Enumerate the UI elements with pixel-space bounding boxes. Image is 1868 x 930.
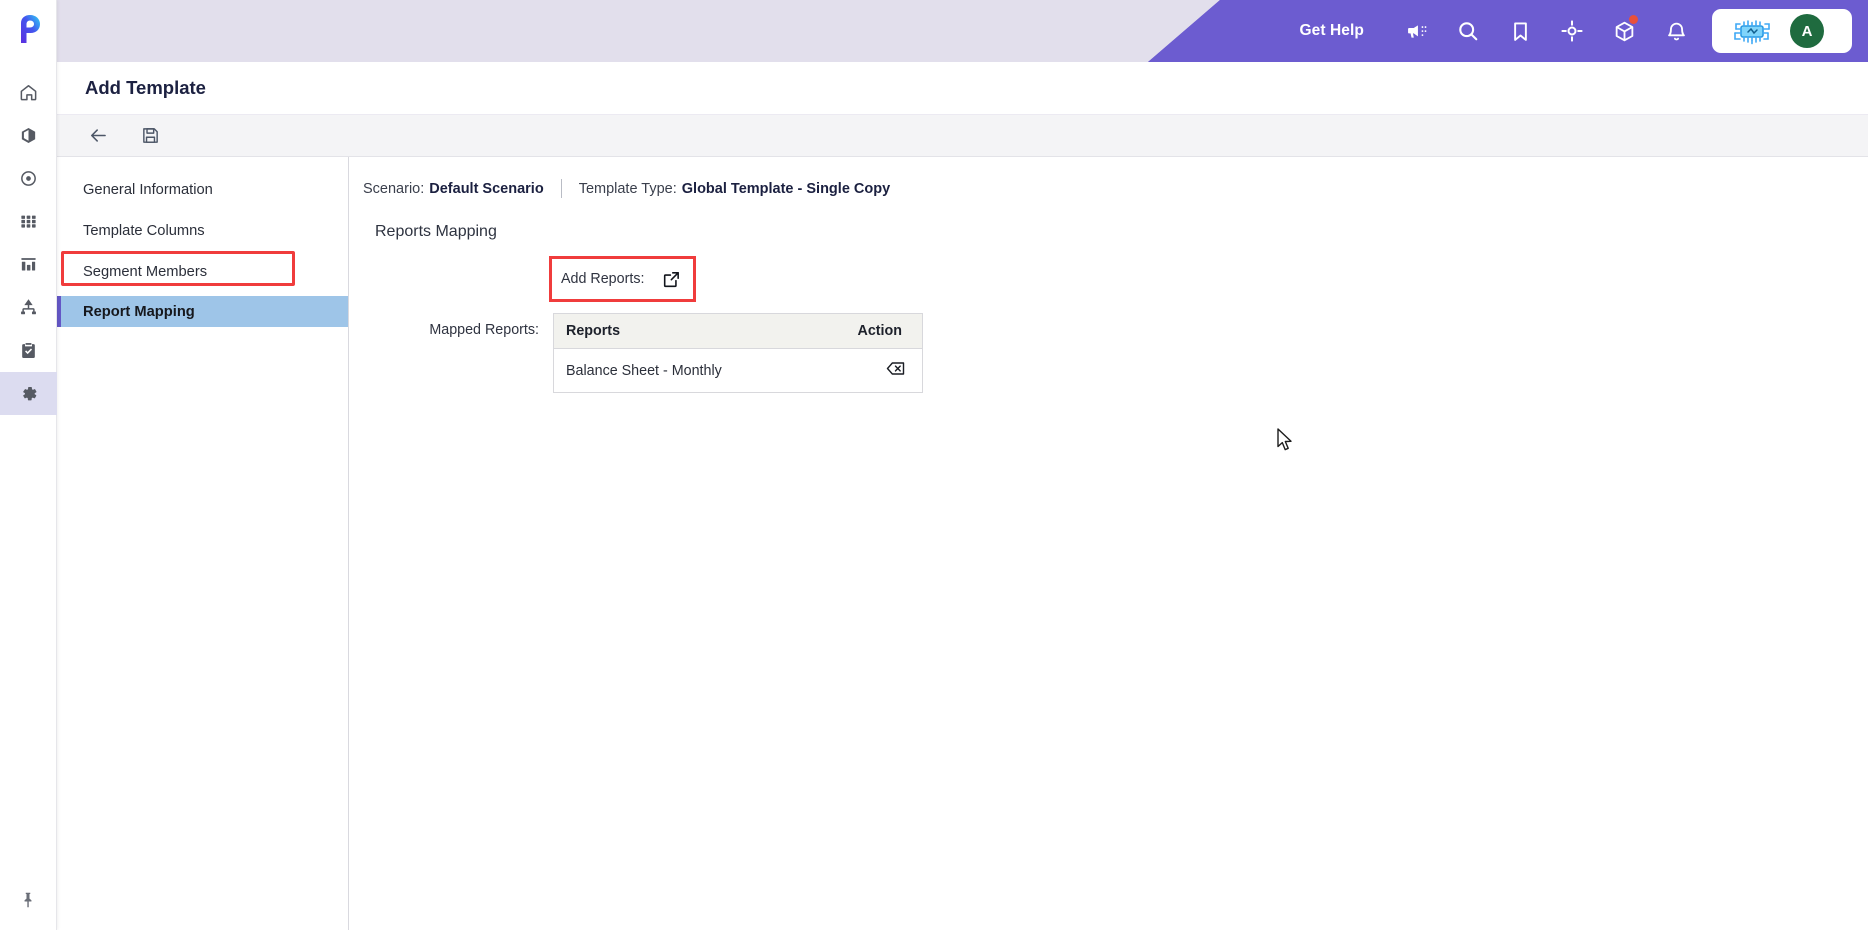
focus-target-button[interactable] xyxy=(1546,0,1598,62)
mapped-reports-table: Reports Action Balance Sheet - Monthly xyxy=(553,313,923,393)
target-icon xyxy=(1561,20,1583,42)
scenario-value: Default Scenario xyxy=(429,180,544,197)
search-button[interactable] xyxy=(1442,0,1494,62)
sidebar-item-target[interactable] xyxy=(0,157,57,200)
whats-new-badge xyxy=(1629,15,1638,24)
mapped-reports-row: Mapped Reports: Reports Action Balance S… xyxy=(363,313,1868,393)
floppy-save-icon xyxy=(142,128,158,143)
app-logo[interactable] xyxy=(0,0,57,57)
user-menu-chip[interactable]: A xyxy=(1712,9,1852,53)
avatar[interactable]: A xyxy=(1790,14,1824,48)
sidebar-item-reports[interactable] xyxy=(0,243,57,286)
cell-report-name: Balance Sheet - Monthly xyxy=(553,348,813,393)
save-button[interactable] xyxy=(135,121,165,151)
hierarchy-icon xyxy=(21,299,36,315)
nav-item-template-columns[interactable]: Template Columns xyxy=(57,214,348,248)
page-title: Add Template xyxy=(85,77,206,98)
back-button[interactable] xyxy=(83,121,113,151)
notifications-button[interactable] xyxy=(1650,0,1702,62)
remove-report-button[interactable] xyxy=(886,360,906,377)
nav-label: Segment Members xyxy=(83,264,208,280)
sidebar-item-tasks[interactable] xyxy=(0,329,57,372)
left-icon-rail xyxy=(0,0,57,930)
pin-icon xyxy=(24,892,32,908)
header-actions: Get Help A xyxy=(1299,0,1868,62)
ai-chip-icon xyxy=(1726,16,1778,46)
p-logo-icon xyxy=(21,14,40,43)
section-title: Reports Mapping xyxy=(375,223,497,240)
scenario-breadcrumb: Scenario: Default Scenario Template Type… xyxy=(363,179,1868,198)
clipboard-check-icon xyxy=(22,343,35,358)
main-content: Scenario: Default Scenario Template Type… xyxy=(349,157,1868,930)
action-toolbar xyxy=(57,115,1868,157)
bell-icon xyxy=(1667,22,1685,40)
template-type-value: Global Template - Single Copy xyxy=(681,180,891,197)
add-reports-row: Add Reports: xyxy=(363,256,1868,302)
announcement-button[interactable] xyxy=(1390,0,1442,62)
sidebar-item-models[interactable] xyxy=(0,114,57,157)
cube-icon xyxy=(21,128,36,143)
nav-item-report-mapping[interactable]: Report Mapping xyxy=(57,296,348,327)
pin-sidebar-button[interactable] xyxy=(0,870,57,930)
table-header-row: Reports Action xyxy=(553,313,923,349)
table-body: Balance Sheet - Monthly xyxy=(553,348,923,393)
sidebar-item-settings[interactable] xyxy=(0,372,57,415)
add-reports-spacer xyxy=(363,263,553,268)
table-head: Reports Action xyxy=(553,313,923,349)
nav-label: General Information xyxy=(83,182,213,198)
add-reports-label: Add Reports: xyxy=(561,271,645,287)
nav-label: Template Columns xyxy=(83,223,205,239)
sidebar-item-grid[interactable] xyxy=(0,200,57,243)
column-header-reports: Reports xyxy=(553,313,813,349)
announcement-icon xyxy=(1407,24,1426,38)
table-row: Balance Sheet - Monthly xyxy=(553,348,923,393)
template-type-label: Template Type: xyxy=(578,180,677,197)
page-title-bar: Add Template xyxy=(57,62,1868,115)
add-reports-control[interactable]: Add Reports: xyxy=(549,256,697,302)
bookmark-button[interactable] xyxy=(1494,0,1546,62)
sidebar-item-hierarchy[interactable] xyxy=(0,286,57,329)
scenario-label: Scenario: xyxy=(363,180,425,197)
page-body: General Information Template Columns Seg… xyxy=(57,157,1868,930)
whats-new-button[interactable] xyxy=(1598,0,1650,62)
external-link-icon xyxy=(663,271,679,287)
grid-icon xyxy=(21,215,36,228)
rail-item-list xyxy=(0,71,57,415)
get-help-button[interactable]: Get Help xyxy=(1299,22,1364,40)
gear-icon xyxy=(22,386,36,400)
template-section-nav: General Information Template Columns Seg… xyxy=(57,157,349,930)
bookmark-icon xyxy=(1513,21,1527,41)
app-root: Get Help A Add Template General Informat… xyxy=(0,0,1868,930)
arrow-left-icon xyxy=(90,129,106,142)
delete-backspace-icon xyxy=(886,362,905,375)
add-reports-open-button[interactable] xyxy=(660,268,682,290)
search-icon xyxy=(1459,22,1478,41)
top-header-bar: Get Help A xyxy=(57,0,1868,62)
mapped-reports-label: Mapped Reports: xyxy=(429,322,539,338)
target-circle-icon xyxy=(21,171,36,186)
column-header-action: Action xyxy=(812,313,923,349)
nav-label: Report Mapping xyxy=(83,303,195,320)
nav-item-segment-members[interactable]: Segment Members xyxy=(57,255,348,289)
cell-action xyxy=(812,348,923,393)
home-icon xyxy=(20,85,37,101)
breadcrumb-divider xyxy=(560,179,562,198)
nav-item-general-information[interactable]: General Information xyxy=(57,173,348,207)
bar-chart-icon xyxy=(21,258,36,271)
sidebar-item-home[interactable] xyxy=(0,71,57,114)
